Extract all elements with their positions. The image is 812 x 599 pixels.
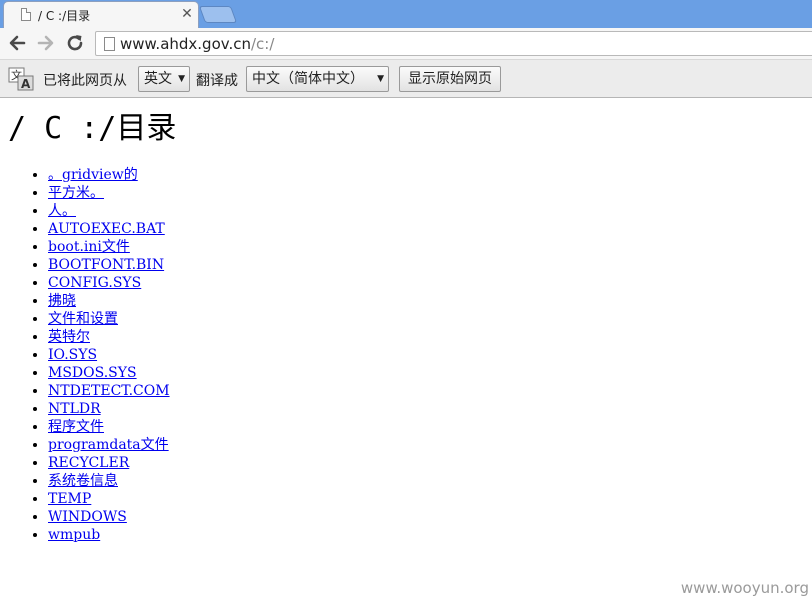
browser-tab[interactable]: / C :/目录 ✕ [3, 1, 199, 28]
list-item: 程序文件 [48, 418, 170, 436]
source-language-value: 英文 [144, 71, 172, 87]
translate-prefix-text: 已将此网页从 [43, 73, 127, 89]
address-bar[interactable]: www.ahdx.gov.cn/c:/ [95, 31, 812, 56]
list-item: 英特尔 [48, 328, 170, 346]
page-title: / C :/目录 [8, 111, 177, 146]
reload-button[interactable] [64, 32, 86, 54]
directory-entry-link[interactable]: 程序文件 [48, 419, 104, 435]
list-item: MSDOS.SYS [48, 364, 170, 382]
directory-entry-link[interactable]: AUTOEXEC.BAT [48, 221, 165, 237]
translate-icon: 文 A [8, 67, 34, 91]
source-language-select[interactable]: 英文 ▼ [138, 66, 190, 92]
list-item: NTLDR [48, 400, 170, 418]
tab-strip: / C :/目录 ✕ [0, 0, 812, 28]
translate-middle-text: 翻译成 [196, 73, 238, 89]
directory-entry-link[interactable]: NTDETECT.COM [48, 383, 170, 399]
target-language-value: 中文（简体中文） [252, 71, 364, 87]
directory-entry-link[interactable]: 平方米。 [48, 185, 104, 201]
page-icon [104, 37, 115, 51]
list-item: WINDOWS [48, 508, 170, 526]
list-item: 文件和设置 [48, 310, 170, 328]
svg-text:A: A [21, 77, 31, 91]
list-item: wmpub [48, 526, 170, 544]
directory-list: 。gridview的平方米。人。 AUTOEXEC.BAT boot.ini文件 BO… [8, 166, 170, 544]
tab-title: / C :/目录 [38, 9, 91, 23]
url-host: www.ahdx.gov.cn [120, 35, 251, 53]
chevron-down-icon: ▼ [178, 74, 185, 84]
list-item: 系统卷信息 [48, 472, 170, 490]
directory-entry-link[interactable]: NTLDR [48, 401, 101, 417]
directory-entry-link[interactable]: WINDOWS [48, 509, 127, 525]
arrow-right-icon [37, 35, 54, 51]
list-item: AUTOEXEC.BAT [48, 220, 170, 238]
browser-toolbar: www.ahdx.gov.cn/c:/ [0, 28, 812, 60]
directory-entry-link[interactable]: 系统卷信息 [48, 473, 118, 489]
directory-entry-link[interactable]: 。gridview的 [48, 167, 138, 183]
directory-entry-link[interactable]: 拂晓 [48, 293, 76, 309]
directory-entry-link[interactable]: MSDOS.SYS [48, 365, 137, 381]
directory-entry-link[interactable]: BOOTFONT.BIN [48, 257, 164, 273]
directory-entry-link[interactable]: boot.ini文件 [48, 239, 130, 255]
list-item: 平方米。 [48, 184, 170, 202]
new-tab-button[interactable] [198, 6, 238, 23]
close-icon[interactable]: ✕ [179, 6, 195, 22]
directory-entry-link[interactable]: 英特尔 [48, 329, 90, 345]
directory-entry-link[interactable]: 文件和设置 [48, 311, 118, 327]
chevron-down-icon: ▼ [377, 74, 384, 84]
back-button[interactable] [6, 32, 28, 54]
target-language-select[interactable]: 中文（简体中文） ▼ [246, 66, 389, 92]
list-item: IO.SYS [48, 346, 170, 364]
directory-entry-link[interactable]: 人。 [48, 203, 76, 219]
list-item: TEMP [48, 490, 170, 508]
arrow-left-icon [9, 35, 26, 51]
list-item: CONFIG.SYS [48, 274, 170, 292]
show-original-button[interactable]: 显示原始网页 [399, 66, 501, 92]
reload-icon [67, 35, 83, 51]
directory-entry-link[interactable]: IO.SYS [48, 347, 97, 363]
directory-entry-link[interactable]: RECYCLER [48, 455, 129, 471]
list-item: boot.ini文件 [48, 238, 170, 256]
list-item: 。gridview的 [48, 166, 170, 184]
directory-entry-link[interactable]: CONFIG.SYS [48, 275, 141, 291]
list-item: NTDETECT.COM [48, 382, 170, 400]
page-icon [21, 8, 31, 21]
forward-button[interactable] [35, 32, 57, 54]
url-text: www.ahdx.gov.cn/c:/ [120, 35, 274, 53]
directory-entry-link[interactable]: programdata文件 [48, 437, 169, 453]
directory-entry-link[interactable]: wmpub [48, 527, 100, 543]
list-item: 拂晓 [48, 292, 170, 310]
directory-entry-link[interactable]: TEMP [48, 491, 91, 507]
list-item: programdata文件 [48, 436, 170, 454]
list-item: BOOTFONT.BIN [48, 256, 170, 274]
translate-bar: 文 A 已将此网页从 英文 ▼ 翻译成 中文（简体中文） ▼ 显示原始网页 [0, 60, 812, 98]
watermark: www.wooyun.org [680, 579, 809, 597]
list-item: 人。 [48, 202, 170, 220]
list-item: RECYCLER [48, 454, 170, 472]
url-path: /c:/ [251, 35, 275, 53]
